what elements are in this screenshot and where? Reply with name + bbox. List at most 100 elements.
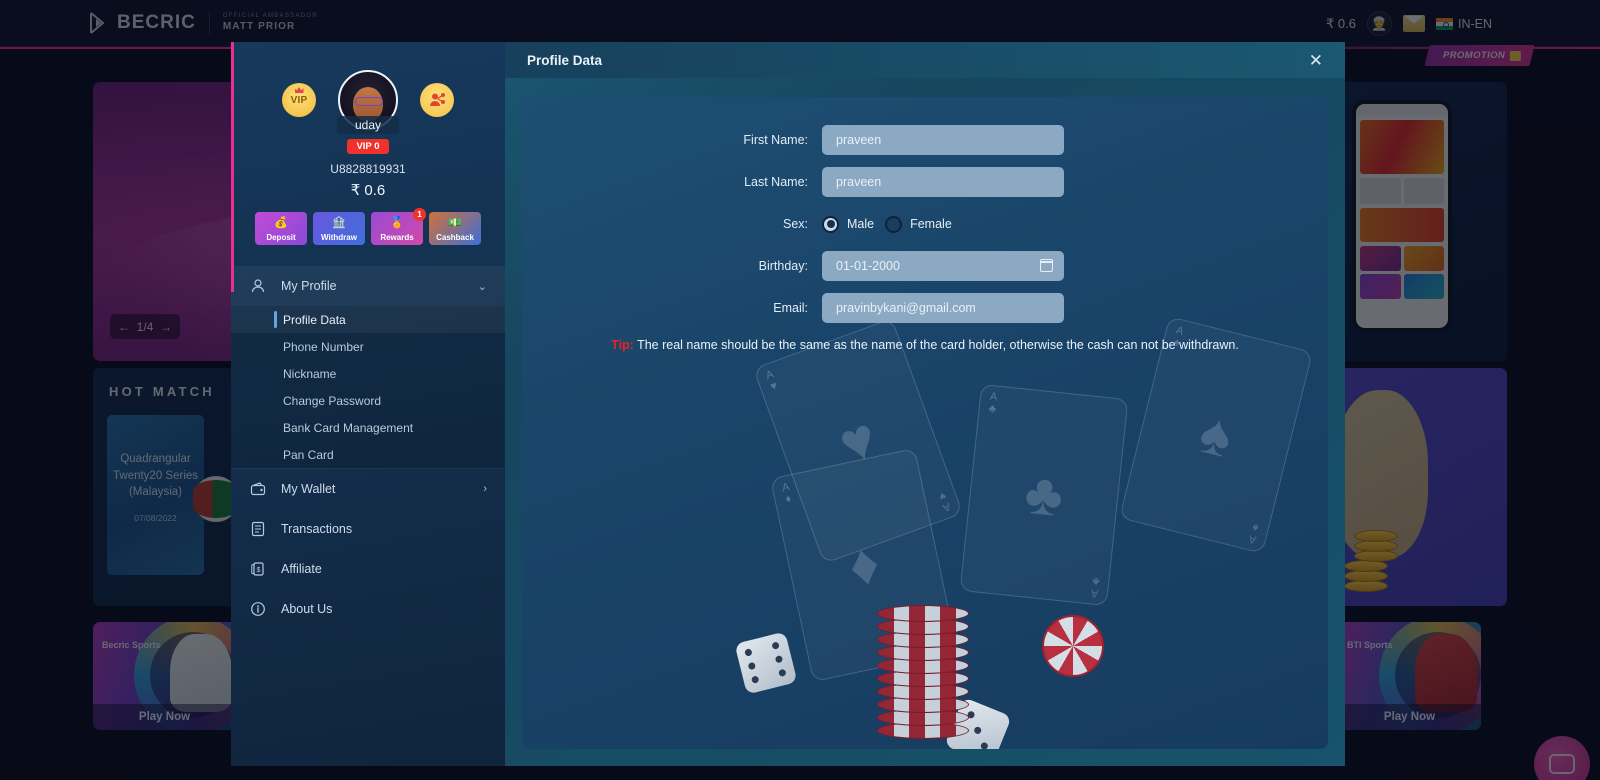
birthday-row: Birthday:: [522, 251, 1328, 281]
first-name-field[interactable]: [822, 125, 1064, 155]
sidebar-item-label: My Wallet: [281, 482, 336, 496]
close-icon[interactable]: ✕: [1309, 52, 1323, 69]
rewards-label: Rewards: [380, 233, 414, 242]
person-icon: [249, 277, 267, 295]
sex-label: Sex:: [782, 217, 808, 231]
rewards-badge-count: 1: [413, 208, 426, 221]
sidebar-item-nickname[interactable]: Nickname: [231, 360, 505, 387]
quick-actions-row: 💰 Deposit 🏦 Withdraw 1 🏅 Rewards 💵 Cashb…: [231, 208, 505, 245]
sidebar-item-label: Transactions: [281, 522, 353, 536]
playing-card-ace-clubs: A ♣ ♣ A ♣: [959, 383, 1129, 607]
cashback-button[interactable]: 💵 Cashback: [429, 212, 481, 245]
sidebar-item-phone-number[interactable]: Phone Number: [231, 333, 505, 360]
tip-prefix: Tip:: [611, 338, 634, 352]
card-pip: A ♣: [1090, 574, 1100, 600]
casino-illustration: A♥ ♥ A♥ A♦ ♦ A♦ A♣ ♣ A♣ A♠ ♠ A♠: [522, 316, 1328, 749]
card-pip: A ♥: [937, 489, 952, 514]
submenu-label: Phone Number: [283, 339, 364, 354]
profile-username: uday: [337, 116, 399, 134]
deposit-icon: 💰: [274, 217, 288, 229]
tip-text: The real name should be the same as the …: [633, 338, 1239, 352]
birthday-field[interactable]: [822, 251, 1064, 281]
chevron-right-icon: ›: [483, 483, 487, 495]
card-pip: A♦: [781, 480, 793, 506]
last-name-row: Last Name:: [522, 167, 1328, 197]
profile-form: First Name: Last Name: Sex: Male: [522, 97, 1328, 323]
sex-female-radio[interactable]: Female: [885, 215, 952, 233]
submenu-label: Profile Data: [283, 312, 346, 327]
sex-male-radio[interactable]: Male: [822, 215, 875, 233]
affiliate-icon: $: [249, 560, 267, 578]
submenu-label: Nickname: [283, 366, 337, 381]
sidebar-item-profile-data[interactable]: Profile Data: [231, 306, 505, 333]
info-icon: [249, 600, 267, 618]
sex-row: Sex: Male Female: [522, 209, 1328, 239]
sidebar-item-bank-card-management[interactable]: Bank Card Management: [231, 414, 505, 441]
tip-message: Tip: The real name should be the same as…: [522, 338, 1328, 352]
first-name-row: First Name:: [522, 125, 1328, 155]
sex-radio-group: Male Female: [822, 209, 952, 239]
deposit-button[interactable]: 💰 Deposit: [255, 212, 307, 245]
sex-male-label: Male: [847, 217, 875, 231]
sidebar-item-about-us[interactable]: About Us: [231, 589, 505, 629]
svg-text:$: $: [257, 567, 261, 574]
sidebar-menu: My Profile ⌄ Profile Data Phone Number N…: [231, 266, 505, 629]
card-suit-icon: ♣: [1021, 460, 1067, 530]
medal-icon: 🏅: [390, 217, 404, 229]
dice-icon: [734, 631, 798, 695]
card-pip: A ♥: [764, 368, 779, 393]
card-pip: A ♠: [1247, 521, 1260, 546]
sidebar-item-my-wallet[interactable]: My Wallet ›: [231, 469, 505, 509]
poker-chip-icon: [1042, 615, 1104, 677]
email-label: Email:: [773, 301, 808, 315]
vip-badge-label: VIP: [290, 94, 308, 106]
sidebar-item-transactions[interactable]: Transactions: [231, 509, 505, 549]
transactions-icon: [249, 520, 267, 538]
app-root: BECRIC OFFICIAL AMBASSADOR MATT PRIOR ₹ …: [0, 0, 1600, 780]
birthday-label: Birthday:: [758, 259, 808, 273]
radio-dot-unselected: [885, 215, 903, 233]
profile-header: VIP uday VIP 0 U8828819931 ₹ 0.6 💰 Depos…: [231, 42, 505, 254]
cashback-label: Cashback: [436, 233, 474, 242]
modal-body: A♥ ♥ A♥ A♦ ♦ A♦ A♣ ♣ A♣ A♠ ♠ A♠: [522, 97, 1328, 749]
submenu-label: Change Password: [283, 393, 382, 408]
email-row: Email:: [522, 293, 1328, 323]
withdraw-label: Withdraw: [321, 233, 357, 242]
card-pip: A ♣: [988, 390, 998, 416]
share-user-icon[interactable]: [420, 83, 454, 117]
vip-level-badge: VIP 0: [347, 139, 389, 154]
withdraw-button[interactable]: 🏦 Withdraw: [313, 212, 365, 245]
vip-badge-icon[interactable]: VIP: [282, 83, 316, 117]
card-suit-icon: ♠: [1193, 399, 1239, 471]
sidebar-item-label: About Us: [281, 602, 333, 616]
cashback-icon: 💵: [448, 217, 462, 229]
first-name-label: First Name:: [743, 133, 808, 147]
profile-balance: ₹ 0.6: [350, 182, 386, 199]
email-field[interactable]: [822, 293, 1064, 323]
submenu-label: Pan Card: [283, 447, 334, 462]
sidebar-item-my-profile[interactable]: My Profile ⌄: [231, 266, 505, 306]
birthday-field-wrap: [822, 251, 1064, 281]
chevron-down-icon: ⌄: [477, 280, 487, 293]
sidebar-item-label: My Profile: [281, 279, 337, 293]
last-name-field[interactable]: [822, 167, 1064, 197]
poker-chip-stack-icon: [877, 589, 969, 739]
profile-data-modal: Profile Data ✕ A♥ ♥ A♥ A♦ ♦ A♦ A♣ ♣ A♣: [505, 42, 1345, 766]
profile-submenu: Profile Data Phone Number Nickname Chang…: [231, 306, 505, 468]
profile-user-id: U8828819931: [330, 162, 406, 176]
calendar-icon[interactable]: [1039, 259, 1053, 272]
radio-dot-selected: [822, 215, 839, 233]
sidebar-item-label: Affiliate: [281, 562, 322, 576]
sidebar-item-change-password[interactable]: Change Password: [231, 387, 505, 414]
account-sidebar: VIP uday VIP 0 U8828819931 ₹ 0.6 💰 Depos…: [231, 42, 505, 766]
last-name-label: Last Name:: [744, 175, 808, 189]
wallet-icon: [249, 480, 267, 498]
submenu-label: Bank Card Management: [283, 420, 414, 435]
sidebar-item-affiliate[interactable]: $ Affiliate: [231, 549, 505, 589]
bank-icon: 🏦: [332, 217, 346, 229]
modal-title: Profile Data: [527, 52, 603, 68]
rewards-button[interactable]: 1 🏅 Rewards: [371, 208, 426, 245]
sidebar-item-pan-card[interactable]: Pan Card: [231, 441, 505, 468]
sex-female-label: Female: [910, 217, 952, 231]
modal-header: Profile Data ✕: [505, 42, 1345, 78]
